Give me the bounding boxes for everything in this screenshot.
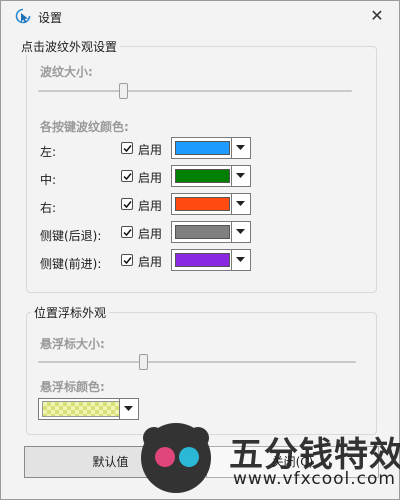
title-bar: 设置 ✕ [1,1,399,31]
enable-label: 启用 [138,227,163,241]
check-icon [123,173,132,181]
enable-label: 启用 [138,171,163,185]
watermark-logo: 五分钱特效 www.vfxcool.com [141,419,400,499]
float-color-label: 悬浮标颜色: [40,380,105,394]
float-size-slider[interactable] [38,354,356,370]
enable-label: 启用 [138,255,163,269]
color-swatch [175,141,230,155]
button-row-label: 中: [40,173,57,187]
color-swatch [175,253,230,267]
check-icon [123,229,132,237]
color-dropdown-button[interactable] [231,222,250,242]
slider-thumb[interactable] [118,83,128,99]
button-row-label: 侧键(后退): [40,229,102,243]
enable-checkbox[interactable] [121,254,133,266]
close-icon[interactable]: ✕ [365,5,389,27]
float-color-picker[interactable] [38,398,139,420]
button-row-label: 侧键(前进): [40,257,102,271]
enable-checkbox[interactable] [121,142,133,154]
ripple-size-label: 波纹大小: [40,65,93,79]
ripple-group-legend: 点击波纹外观设置 [18,38,121,55]
float-group-legend: 位置浮标外观 [31,304,110,321]
check-icon [123,201,132,209]
color-swatch [175,225,230,239]
slider-track [38,90,352,92]
color-picker[interactable] [171,193,251,215]
color-dropdown-button[interactable] [119,399,138,419]
color-swatch [42,401,120,417]
color-picker[interactable] [171,137,251,159]
color-picker[interactable] [171,221,251,243]
color-dropdown-button[interactable] [231,166,250,186]
enable-label: 启用 [138,143,163,157]
check-icon [123,257,132,265]
window-title: 设置 [38,11,63,25]
check-icon [123,145,132,153]
color-picker[interactable] [171,249,251,271]
color-swatch [175,169,230,183]
enable-checkbox[interactable] [121,198,133,210]
cursor-click-icon [15,8,31,24]
slider-thumb[interactable] [138,354,148,370]
color-dropdown-button[interactable] [231,250,250,270]
settings-window: 设置 ✕ 点击波纹外观设置 波纹大小: 各按键波纹颜色: 左: 启用 中: 启用 右: 启… [0,0,400,500]
enable-label: 启用 [138,199,163,213]
float-size-label: 悬浮标大小: [40,337,105,351]
ripple-size-slider[interactable] [38,83,352,99]
button-row-label: 左: [40,145,57,159]
color-picker[interactable] [171,165,251,187]
watermark-url: www.vfxcool.com [233,469,396,489]
slider-track [38,361,356,363]
enable-checkbox[interactable] [121,226,133,238]
enable-checkbox[interactable] [121,170,133,182]
button-row-label: 右: [40,201,57,215]
color-dropdown-button[interactable] [231,138,250,158]
color-dropdown-button[interactable] [231,194,250,214]
color-swatch [175,197,230,211]
button-colors-label: 各按键波纹颜色: [40,120,129,134]
